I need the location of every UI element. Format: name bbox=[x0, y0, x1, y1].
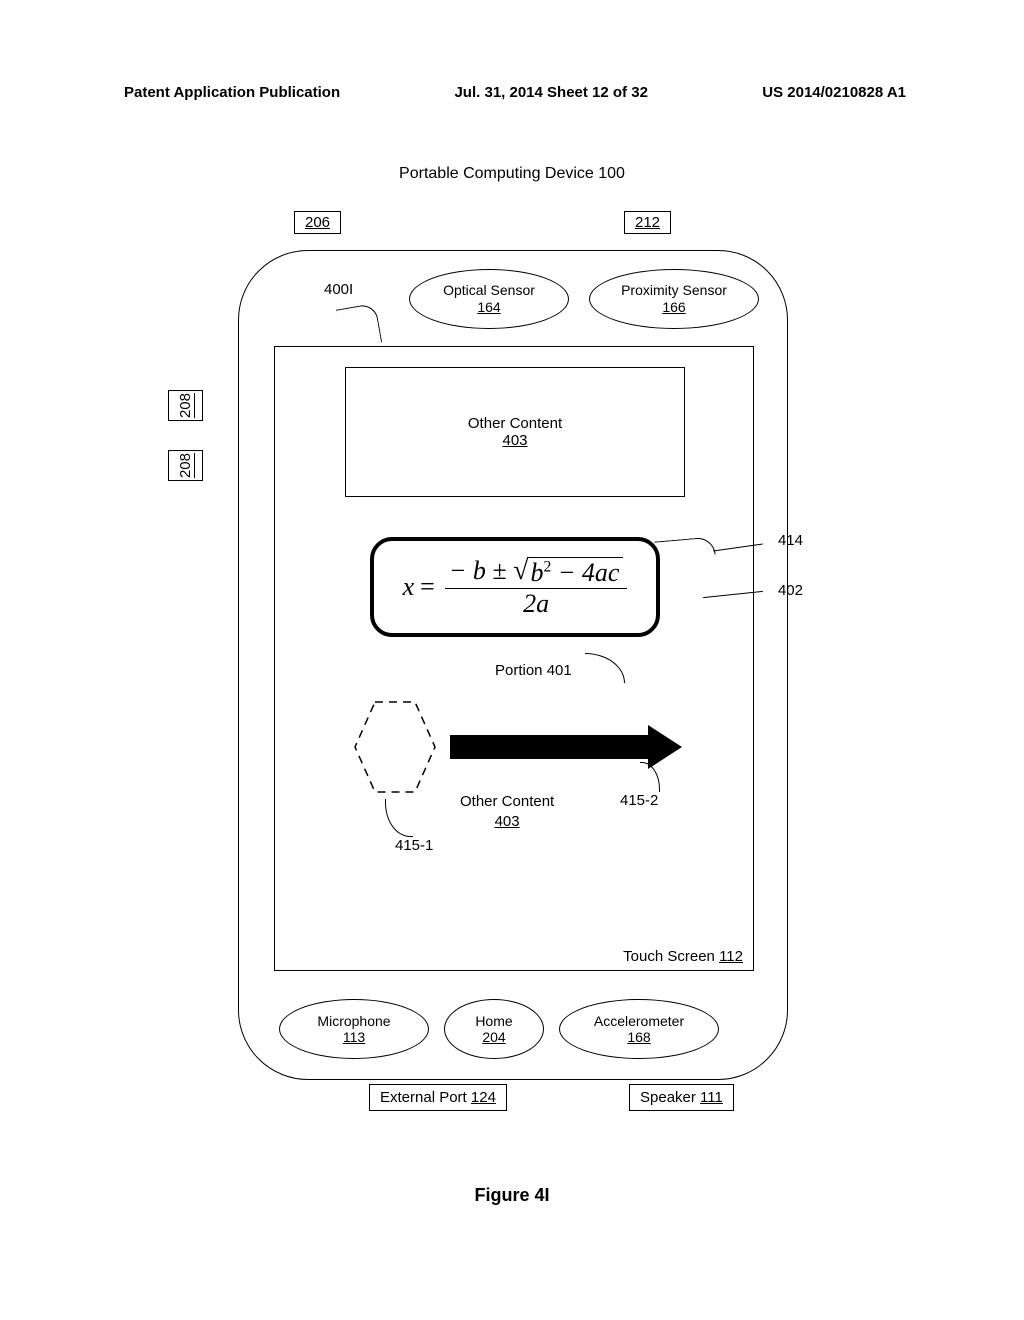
label-402: 402 bbox=[778, 582, 803, 599]
touch-screen-text: Touch Screen bbox=[623, 948, 715, 965]
leader-402 bbox=[703, 591, 763, 598]
other-content-bottom: Other Content 403 bbox=[460, 792, 554, 831]
equation-denominator: 2a bbox=[519, 589, 553, 619]
touch-screen: Other Content 403 x = − b ± √ b2 − 4ac bbox=[274, 346, 754, 971]
accel-num: 168 bbox=[627, 1029, 650, 1045]
ext-port-label: External Port bbox=[380, 1089, 467, 1106]
proximity-sensor: Proximity Sensor 166 bbox=[589, 269, 759, 329]
accelerometer: Accelerometer 168 bbox=[559, 999, 719, 1059]
accel-label: Accelerometer bbox=[594, 1013, 684, 1029]
other-content-label-bottom: Other Content bbox=[460, 793, 554, 810]
other-content-box-top: Other Content 403 bbox=[345, 367, 685, 497]
swipe-arrow-icon bbox=[450, 735, 650, 759]
label-400I: 400I bbox=[324, 281, 353, 298]
ref-208-b: 208 bbox=[168, 450, 203, 481]
ref-212: 212 bbox=[624, 211, 671, 234]
equation-num-part1: − b ± bbox=[449, 556, 507, 585]
leader-415-1 bbox=[385, 799, 413, 837]
ref-208-a: 208 bbox=[168, 390, 203, 421]
equation-under-sqrt: b2 − 4ac bbox=[527, 557, 624, 588]
speaker-label: Speaker bbox=[640, 1089, 696, 1106]
leader-400I bbox=[336, 303, 382, 349]
mic-label: Microphone bbox=[317, 1013, 390, 1029]
gesture-origin-hexagon bbox=[350, 697, 440, 797]
equation-fraction: − b ± √ b2 − 4ac 2a bbox=[445, 556, 628, 619]
label-415-2: 415-2 bbox=[620, 792, 658, 809]
header-center: Jul. 31, 2014 Sheet 12 of 32 bbox=[454, 84, 647, 101]
touch-screen-label: Touch Screen 112 bbox=[623, 948, 743, 965]
other-content-num-top: 403 bbox=[502, 432, 527, 449]
sqrt-icon: √ b2 − 4ac bbox=[513, 557, 623, 588]
optical-sensor: Optical Sensor 164 bbox=[409, 269, 569, 329]
speaker-num: 111 bbox=[700, 1089, 723, 1106]
leader-414-b bbox=[654, 536, 715, 559]
touch-screen-num: 112 bbox=[719, 948, 743, 965]
optical-label: Optical Sensor bbox=[443, 282, 535, 299]
ref-206: 206 bbox=[294, 211, 341, 234]
other-content-num-bottom: 403 bbox=[495, 813, 520, 830]
figure-caption: Figure 4I bbox=[0, 1185, 1024, 1206]
label-414: 414 bbox=[778, 532, 803, 549]
home-num: 204 bbox=[482, 1029, 505, 1045]
page-header: Patent Application Publication Jul. 31, … bbox=[0, 84, 1024, 101]
optical-num: 164 bbox=[477, 299, 500, 316]
mic-num: 113 bbox=[343, 1029, 365, 1045]
ext-port-num: 124 bbox=[471, 1089, 496, 1106]
label-415-1: 415-1 bbox=[395, 837, 433, 854]
home-label: Home bbox=[475, 1013, 512, 1029]
device-title: Portable Computing Device 100 bbox=[0, 165, 1024, 183]
speaker: Speaker 111 bbox=[629, 1084, 734, 1111]
portion-401-label: Portion 401 bbox=[495, 662, 572, 679]
home-button: Home 204 bbox=[444, 999, 544, 1059]
leader-414-a bbox=[713, 544, 763, 552]
other-content-label-top: Other Content bbox=[468, 415, 562, 432]
header-right: US 2014/0210828 A1 bbox=[762, 84, 906, 101]
microphone: Microphone 113 bbox=[279, 999, 429, 1059]
header-left: Patent Application Publication bbox=[124, 84, 340, 101]
equation-box: x = − b ± √ b2 − 4ac 2a bbox=[370, 537, 660, 637]
proximity-num: 166 bbox=[662, 299, 685, 316]
external-port: External Port 124 bbox=[369, 1084, 507, 1111]
leader-portion-401 bbox=[585, 653, 625, 683]
proximity-label: Proximity Sensor bbox=[621, 282, 727, 299]
equation-lhs: x bbox=[403, 572, 415, 602]
device-outline: 206 212 400I Optical Sensor 164 Proximit… bbox=[238, 250, 788, 1080]
